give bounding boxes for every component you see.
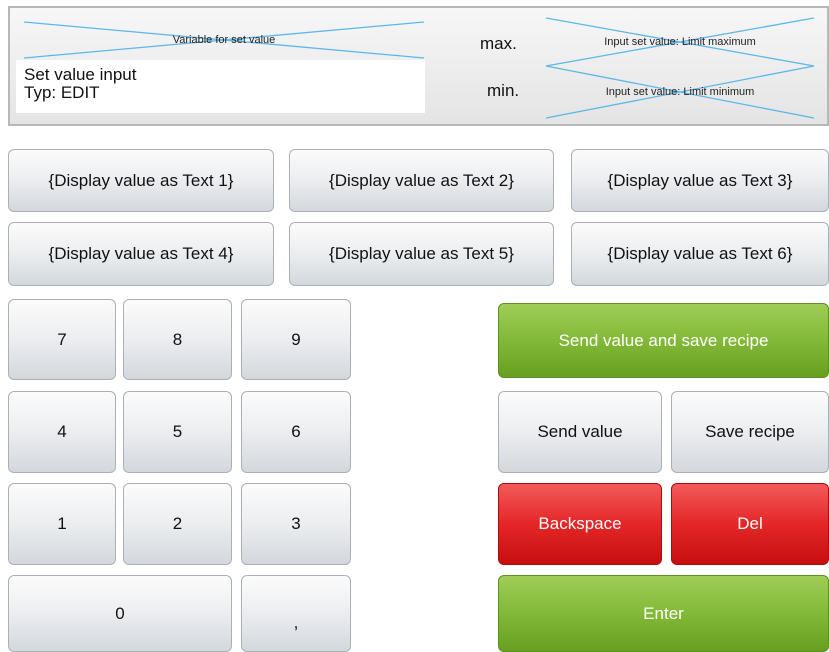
limit-minimum-field[interactable]: Input set value: Limit minimum	[545, 64, 815, 120]
text-button-4[interactable]: {Display value as Text 4}	[8, 222, 274, 286]
limit-maximum-field[interactable]: Input set value: Limit maximum	[545, 16, 815, 68]
set-value-input[interactable]: Set value input Typ: EDIT	[16, 60, 425, 113]
key-2[interactable]: 2	[123, 483, 232, 565]
text-button-1[interactable]: {Display value as Text 1}	[8, 149, 274, 212]
send-and-save-button[interactable]: Send value and save recipe	[498, 303, 829, 378]
save-recipe-button[interactable]: Save recipe	[671, 391, 829, 473]
key-6[interactable]: 6	[241, 391, 351, 473]
key-comma[interactable]: ,	[241, 575, 351, 652]
backspace-button[interactable]: Backspace	[498, 483, 662, 565]
key-0[interactable]: 0	[8, 575, 232, 652]
text-button-3[interactable]: {Display value as Text 3}	[571, 149, 829, 212]
input-line-2: Typ: EDIT	[24, 83, 100, 102]
key-4[interactable]: 4	[8, 391, 116, 473]
text-button-6[interactable]: {Display value as Text 6}	[571, 222, 829, 286]
key-3[interactable]: 3	[241, 483, 351, 565]
variable-label: Variable for set value	[172, 34, 276, 46]
min-label: min.	[487, 81, 520, 100]
key-5[interactable]: 5	[123, 391, 232, 473]
key-1[interactable]: 1	[8, 483, 116, 565]
input-line-1: Set value input	[24, 65, 137, 84]
limit-minimum-label: Input set value: Limit minimum	[605, 86, 755, 98]
text-button-5[interactable]: {Display value as Text 5}	[289, 222, 554, 286]
send-value-button[interactable]: Send value	[498, 391, 662, 473]
variable-placeholder: Variable for set value	[23, 18, 425, 62]
del-button[interactable]: Del	[671, 483, 829, 565]
limit-maximum-label: Input set value: Limit maximum	[604, 36, 756, 48]
text-button-2[interactable]: {Display value as Text 2}	[289, 149, 554, 212]
key-9[interactable]: 9	[241, 299, 351, 380]
key-8[interactable]: 8	[123, 299, 232, 380]
key-7[interactable]: 7	[8, 299, 116, 380]
enter-button[interactable]: Enter	[498, 575, 829, 652]
max-label: max.	[480, 34, 517, 53]
